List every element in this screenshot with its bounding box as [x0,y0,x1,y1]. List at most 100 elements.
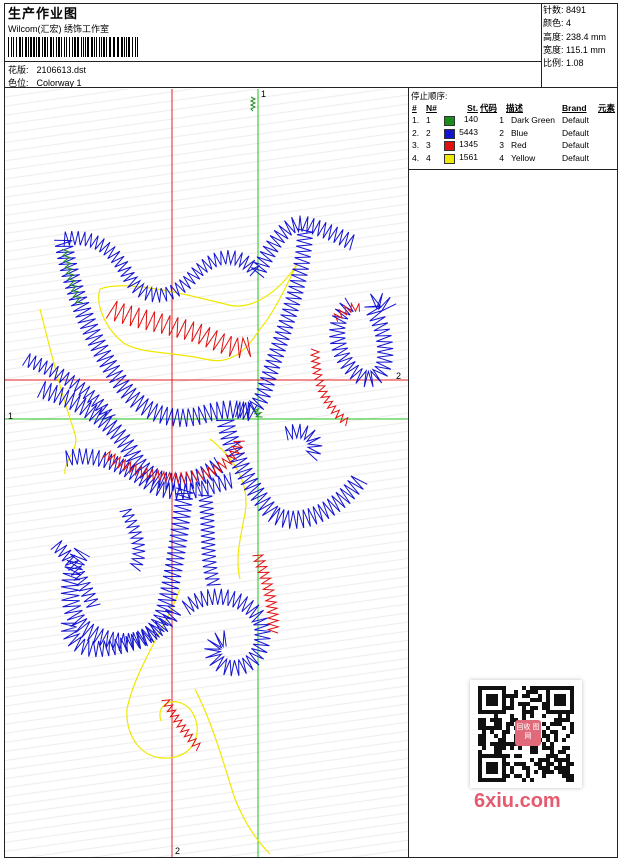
row-brand: Default [562,152,589,163]
barcode-bar [94,37,95,57]
red-satin-stitches [101,300,360,752]
barcode-bar [61,37,62,57]
qr-module [486,762,498,774]
qr-module [546,734,550,738]
qr-module [542,730,546,734]
qr-module [478,734,482,738]
qr-module [550,770,554,774]
qr-module [530,778,534,782]
barcode-bar [106,37,107,57]
qr-module [554,694,566,706]
qr-module [538,694,542,698]
qr-module [542,746,546,750]
embroidery-design-drawing [5,89,408,857]
row-stitches: 1561 [443,152,479,165]
qr-module [554,718,558,722]
stat-stitches: 针数: 8491 [543,5,587,15]
row-code: 3 [499,140,504,151]
row-n: 3 [425,139,443,152]
table-row: 2. 2 5443 2 Blue Default [411,127,617,140]
yellow-run-tail [194,688,271,855]
qr-module [558,714,562,718]
qr-module [554,754,558,758]
row-stitches: 140 [443,114,479,127]
qr-module [558,770,562,774]
barcode-bar [121,37,123,57]
qr-module [502,734,506,738]
barcode-bar [83,37,84,57]
stop-sequence-table: # N# St. 代码 描述 Brand 元素 1. 1 140 1 Dark Gree… [411,101,617,164]
qr-module [562,738,566,742]
qr-module [570,762,574,766]
barcode-bar [117,37,119,57]
blue-stitch-lower-swirl [181,588,271,677]
qr-module [510,742,514,746]
qr-module [530,710,534,714]
row-element [597,139,617,152]
qr-module [542,702,546,706]
qr-module [522,766,526,770]
qr-module [502,738,506,742]
qr-module [562,758,566,762]
qr-module [558,758,562,762]
qr-module [530,690,534,694]
blue-stitch-lower-left-leaf [50,540,101,608]
qr-module [510,770,514,774]
qr-module [570,726,574,730]
qr-module [550,730,554,734]
qr-module [478,722,482,726]
barcode-bar [36,37,37,57]
qr-module [494,714,498,718]
qr-module [490,718,494,722]
qr-module [514,690,518,694]
barcode [8,37,138,57]
row-stitches: 1345 [443,139,479,152]
row-n: 4 [425,152,443,165]
qr-module [482,738,486,742]
blue-stitch-small-hook [284,423,323,462]
qr-module [542,706,546,710]
barcode-bar [109,37,111,57]
qr-module [530,698,534,702]
axis-label-green-left: 1 [8,411,14,421]
colorway-row: 色位: Colorway 1 [8,76,82,89]
barcode-bar [16,37,17,57]
barcode-bar [132,37,133,57]
qr-module [522,710,526,714]
blue-stitch-small-leaf [119,508,146,572]
qr-module [506,762,510,766]
qr-module [538,686,542,690]
qr-module [550,742,554,746]
row-code: 1 [499,115,504,126]
qr-module [518,746,522,750]
color-swatch [444,141,455,152]
qr-module [570,774,574,778]
design-stats: 针数: 8491 颜色: 4 高度: 238.4 mm 宽度: 115.1 mm… [543,4,617,70]
barcode-bar [85,37,86,57]
qr-module [514,774,518,778]
barcode-bar [137,37,138,57]
barcode-bar [64,37,65,57]
row-n-value: 3 [426,140,431,151]
row-code: 4 [499,152,504,163]
qr-center-badge: 回收 图网 [515,720,541,746]
qr-module [522,702,526,706]
row-stitches-value: 1561 [459,151,478,162]
col-brand: Brand [562,102,587,113]
qr-module [558,762,562,766]
qr-module [542,770,546,774]
row-brand: Default [562,127,589,138]
qr-module [534,750,538,754]
qr-module [542,742,546,746]
row-n-value: 4 [426,152,431,163]
row-element [597,114,617,127]
qr-module [562,726,566,730]
barcode-bar [28,37,29,57]
qr-module [526,710,530,714]
row-n: 1 [425,114,443,127]
axis-label-green-top: 1 [261,89,267,99]
table-row: 4. 4 1561 4 Yellow Default [411,152,617,165]
barcode-bar [19,37,21,57]
qr-module [482,730,486,734]
qr-module [570,730,574,734]
